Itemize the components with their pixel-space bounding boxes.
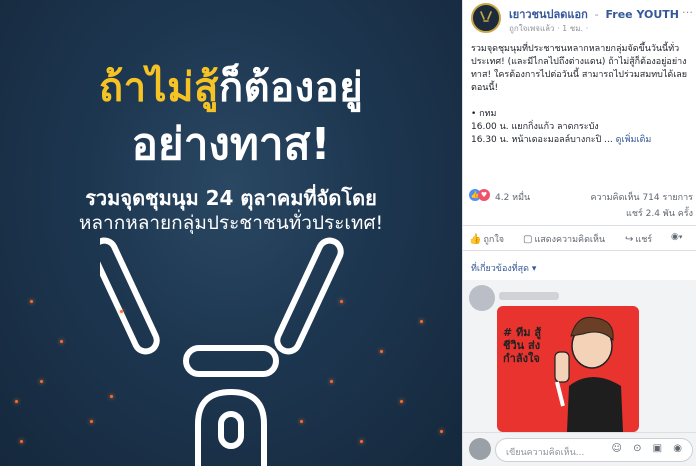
three-finger-salute-logo xyxy=(100,237,344,466)
like-button[interactable]: 👍 ถูกใจ xyxy=(469,232,504,246)
comment-sticker[interactable]: # ทีม สู้ชีวิน ส่ง กำลังใจ xyxy=(497,306,639,432)
page-name-th[interactable]: เยาวชนปลดแอก xyxy=(509,8,588,21)
comment-list: # ทีม สู้ชีวิน ส่ง กำลังใจ xyxy=(463,280,696,432)
like-label: ถูกใจ xyxy=(483,235,505,245)
page-avatar[interactable] xyxy=(471,3,501,33)
post-paragraph: รวมจุดชุมนุมที่ประชาชนหลากหลายกลุ่มจัดขึ… xyxy=(471,44,688,93)
see-more-link[interactable]: ดูเพิ่มเติม xyxy=(616,135,652,145)
post-line-1630-text: 16.30 น. หน้าเดอะมอลล์บางกะปิ ... xyxy=(471,135,613,145)
share-label: แชร์ xyxy=(635,235,653,245)
post-image[interactable]: ถ้าไม่สู้ก็ต้องอยู่ อย่างทาส! รวมจุดชุมน… xyxy=(0,0,462,466)
composer-emoji-camera-gif-sticker-icons[interactable]: ☺ ⊙ ▣ ◉ xyxy=(611,443,686,454)
more-options-icon[interactable]: … xyxy=(682,3,693,16)
share-icon: ↪ xyxy=(625,234,634,245)
action-bar: 👍 ถูกใจ ▢ แสดงความคิดเห็น ↪ แชร์ ◉▾ xyxy=(463,225,696,251)
sticker-character xyxy=(554,316,623,432)
audience-selector[interactable]: ◉▾ xyxy=(671,232,682,242)
share-button[interactable]: ↪ แชร์ xyxy=(625,232,652,246)
post-line-1630: 16.30 น. หน้าเดอะมอลล์บางกะปิ ... ดูเพิ่… xyxy=(471,134,695,147)
post-meta: ถูกใจเพจแล้ว · 1 ชม. · xyxy=(509,24,589,33)
comment-composer: เขียนความคิดเห็น... ☺ ⊙ ▣ ◉ xyxy=(463,432,696,466)
dropdown-arrow-icon: ▾ xyxy=(678,233,683,241)
name-separator: - xyxy=(594,8,599,21)
post-line-1600: 16.00 น. แยกกิ่งแก้ว ลาดกระบัง xyxy=(471,122,599,132)
share-count[interactable]: แชร์ 2.4 พัน ครั้ง xyxy=(626,206,693,220)
page-name-en[interactable]: Free YOUTH xyxy=(605,8,679,21)
thumbs-up-icon: 👍 xyxy=(469,234,482,245)
page-name-link[interactable]: เยาวชนปลดแอก - Free YOUTH xyxy=(509,5,679,23)
comment-icon: ▢ xyxy=(523,234,533,245)
user-avatar xyxy=(469,438,491,460)
post-panel: เยาวชนปลดแอก - Free YOUTH ถูกใจเพจแล้ว ·… xyxy=(462,0,696,466)
post-header: เยาวชนปลดแอก - Free YOUTH ถูกใจเพจแล้ว ·… xyxy=(471,3,696,37)
globe-icon: ◉ xyxy=(671,232,679,242)
poster-headline-yellow: ถ้าไม่สู้ xyxy=(98,65,219,111)
comment-label: แสดงความคิดเห็น xyxy=(534,235,606,245)
post-bullet: • กทม xyxy=(471,109,497,119)
love-reaction-icon: ♥ xyxy=(478,189,490,201)
comment-filter-dropdown[interactable]: ที่เกี่ยวข้องที่สุด ▾ xyxy=(471,261,536,275)
comment-button[interactable]: ▢ แสดงความคิดเห็น xyxy=(523,232,605,246)
comment-count[interactable]: ความคิดเห็น 714 รายการ xyxy=(591,190,694,204)
post-text: รวมจุดชุมนุมที่ประชาชนหลากหลายกลุ่มจัดขึ… xyxy=(471,43,695,147)
logo-icon xyxy=(480,11,492,22)
commenter-avatar[interactable] xyxy=(469,285,495,311)
poster-headline-rest: ก็ต้องอยู่ xyxy=(218,65,364,111)
poster-headline-2: อย่างทาส! xyxy=(131,119,331,170)
reaction-summary[interactable]: 👍 ♥ 4.2 หมื่น ความคิดเห็น 714 รายการ แชร… xyxy=(469,188,696,219)
comment-input[interactable]: เขียนความคิดเห็น... ☺ ⊙ ▣ ◉ xyxy=(495,438,693,462)
comment-placeholder: เขียนความคิดเห็น... xyxy=(506,448,585,458)
reaction-count[interactable]: 4.2 หมื่น xyxy=(495,190,530,204)
commenter-name[interactable] xyxy=(499,292,559,300)
poster-headline-1: ถ้าไม่สู้ก็ต้องอยู่ xyxy=(0,66,462,110)
